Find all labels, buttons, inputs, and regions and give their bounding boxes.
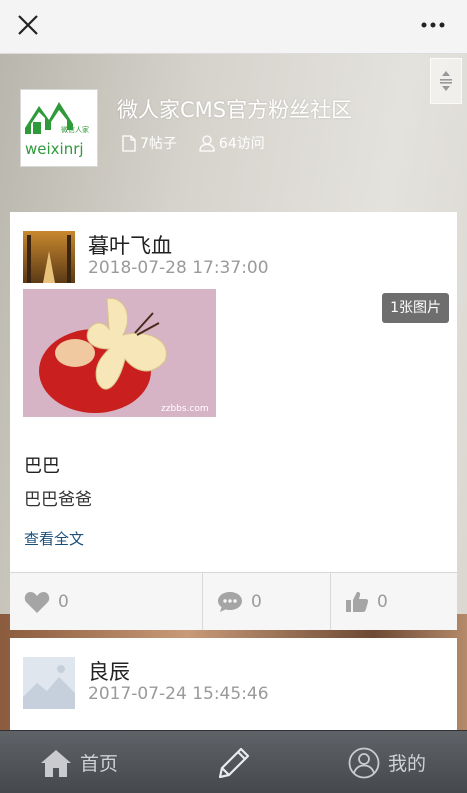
more-button[interactable] — [415, 9, 451, 41]
post-actions: 0 0 0 — [10, 572, 457, 630]
bottom-navigation: 首页 我的 — [0, 730, 467, 793]
comment-count: 0 — [251, 591, 262, 612]
logo-mini-text: 微信人家 — [61, 125, 89, 134]
post-card[interactable]: 暮叶飞血 2018-07-28 17:37:00 zzbbs.com 1张图片 … — [10, 212, 457, 630]
drag-handle-icon — [440, 71, 452, 91]
visits-stat: 64访问 — [199, 133, 265, 153]
document-icon — [122, 134, 136, 152]
more-dots-icon — [421, 22, 445, 28]
post-author[interactable]: 良辰 — [88, 656, 130, 686]
like-button[interactable]: 0 — [10, 573, 203, 630]
image-watermark: zzbbs.com — [161, 404, 209, 414]
posts-count: 7帖子 — [140, 136, 177, 152]
like-count: 0 — [58, 591, 69, 612]
read-more-link[interactable]: 查看全文 — [24, 528, 84, 549]
pencil-icon — [218, 747, 250, 778]
thumbs-up-count: 0 — [377, 591, 388, 612]
comment-icon — [218, 591, 242, 612]
heart-icon — [24, 591, 50, 613]
author-avatar-placeholder — [23, 657, 75, 709]
comment-button[interactable]: 0 — [203, 573, 331, 630]
visits-count: 64访问 — [218, 136, 265, 152]
nav-mine[interactable]: 我的 — [348, 731, 426, 793]
posts-stat: 7帖子 — [122, 133, 177, 153]
post-card[interactable]: 良辰 2017-07-24 15:45:46 — [10, 638, 457, 738]
community-logo: 微信人家 weixinrj — [20, 89, 98, 167]
close-icon — [18, 15, 38, 35]
top-bar — [0, 0, 467, 54]
image-count-badge: 1张图片 — [382, 293, 449, 323]
close-button[interactable] — [12, 9, 44, 41]
nav-compose[interactable] — [217, 731, 251, 793]
user-circle-icon — [348, 747, 380, 778]
community-title: 微人家CMS官方粉丝社区 — [117, 98, 353, 122]
logo-text: weixinrj — [25, 140, 84, 158]
user-icon — [199, 134, 215, 152]
post-title: 巴巴 — [24, 456, 60, 477]
post-author[interactable]: 暮叶飞血 — [88, 230, 172, 260]
nav-home-label: 首页 — [80, 753, 119, 775]
author-avatar — [23, 231, 75, 283]
post-time: 2017-07-24 15:45:46 — [88, 684, 269, 704]
scroll-handle[interactable] — [430, 58, 462, 104]
home-icon — [41, 749, 71, 777]
thumbs-up-button[interactable]: 0 — [331, 573, 457, 630]
nav-mine-label: 我的 — [388, 753, 427, 775]
post-body: 巴巴爸爸 — [24, 490, 92, 510]
thumbs-up-icon — [346, 591, 369, 612]
post-image[interactable]: zzbbs.com — [23, 289, 216, 417]
nav-home[interactable]: 首页 — [40, 731, 118, 793]
community-stats: 7帖子 64访问 — [122, 133, 265, 153]
post-time: 2018-07-28 17:37:00 — [88, 258, 269, 278]
